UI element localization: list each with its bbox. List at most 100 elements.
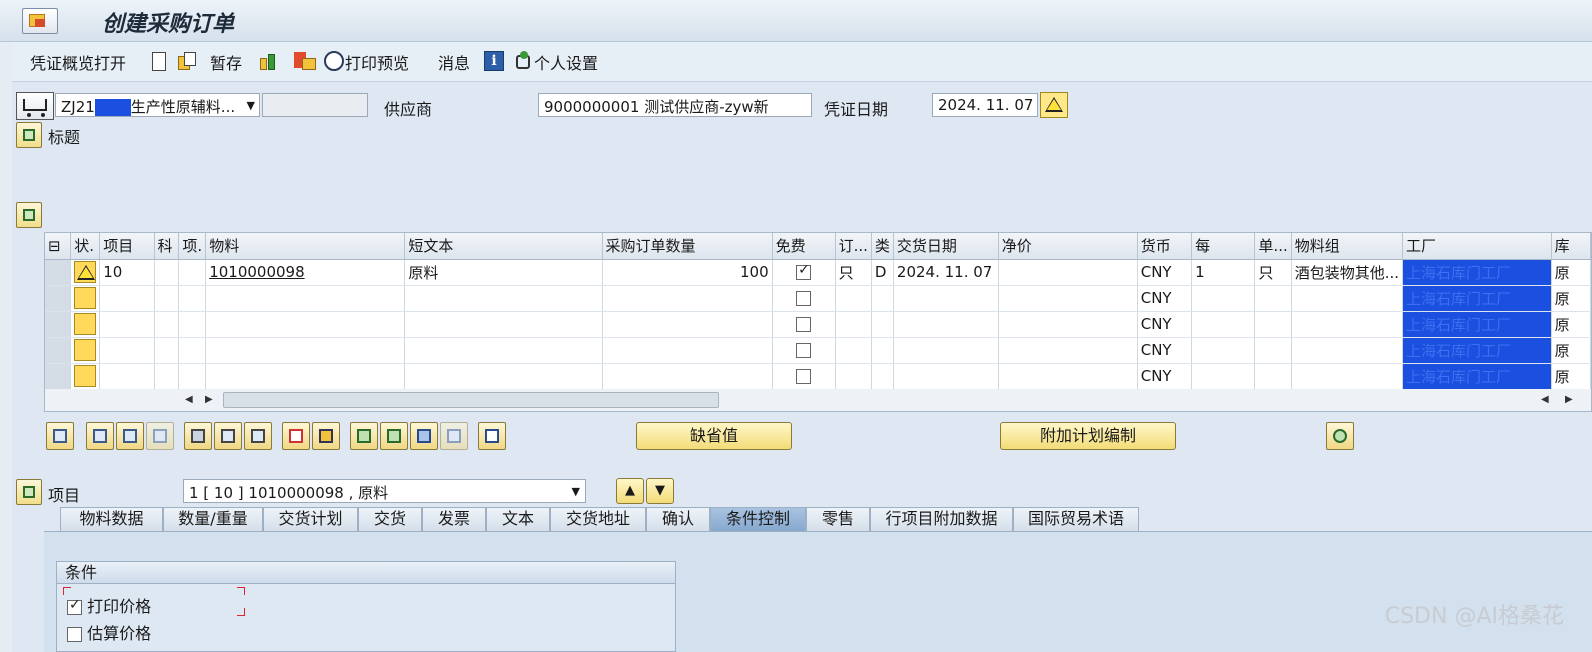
quantity-cell[interactable] [602, 337, 773, 364]
scroll-right-icon[interactable]: ▶ [205, 394, 213, 405]
category-cell[interactable] [871, 337, 894, 364]
check-icon[interactable] [258, 52, 278, 72]
status-cell[interactable] [70, 259, 101, 286]
column-header[interactable]: 项. [178, 233, 207, 260]
row-selector[interactable] [45, 311, 72, 338]
free-item-cell[interactable] [772, 311, 836, 338]
column-header[interactable]: 物料组 [1291, 233, 1404, 260]
item-category-cell[interactable] [178, 363, 207, 390]
free-item-checkbox[interactable] [796, 369, 812, 384]
short-text-cell[interactable] [404, 363, 603, 390]
order-unit-cell[interactable] [835, 311, 872, 338]
item-category-cell[interactable] [178, 285, 207, 312]
material-group-cell[interactable] [1291, 285, 1404, 312]
item-number-cell[interactable]: 10 [99, 259, 155, 286]
status-cell[interactable] [70, 285, 101, 312]
plant-cell[interactable]: 上海石库门工厂 [1402, 285, 1552, 312]
currency-cell[interactable]: CNY [1137, 311, 1193, 338]
material-cell[interactable] [205, 311, 406, 338]
item-number-cell[interactable] [99, 363, 155, 390]
free-item-checkbox[interactable] [796, 343, 812, 358]
status-indicator[interactable] [74, 287, 97, 309]
tab-delivery[interactable]: 交货 [358, 507, 422, 531]
warning-button[interactable] [1040, 92, 1068, 118]
estimated-price-option[interactable]: 估算价格 [67, 620, 151, 644]
free-item-cell[interactable] [772, 337, 836, 364]
order-unit-cell[interactable]: 只 [835, 259, 872, 286]
hold-button[interactable]: 暂存 [210, 50, 242, 74]
info-icon[interactable]: i [484, 51, 504, 71]
account-assignment-cell[interactable] [154, 363, 180, 390]
unlock-icon[interactable] [244, 422, 272, 450]
deselect-all-icon[interactable] [146, 422, 174, 450]
unit-cell[interactable] [1254, 363, 1292, 390]
currency-cell[interactable]: CNY [1137, 285, 1193, 312]
storage-cell[interactable]: 原 [1551, 285, 1591, 312]
material-group-cell[interactable] [1291, 363, 1404, 390]
plant-cell[interactable]: 上海石库门工厂 [1402, 363, 1552, 390]
unit-cell[interactable] [1254, 285, 1292, 312]
tab-incoterms[interactable]: 国际贸易术语 [1013, 507, 1139, 531]
messages-button[interactable]: 消息 [438, 50, 470, 74]
column-header[interactable]: 采购订单数量 [602, 233, 773, 260]
default-values-button[interactable]: 缺省值 [636, 422, 792, 450]
account-assignment-cell[interactable] [154, 285, 180, 312]
delete-icon[interactable] [184, 422, 212, 450]
currency-cell[interactable]: CNY [1137, 337, 1193, 364]
status-cell[interactable] [70, 311, 101, 338]
warning-status-icon[interactable] [74, 261, 97, 283]
item-select[interactable]: 1 [ 10 ] 1010000098 , 原料 ▼ [183, 479, 586, 503]
quantity-cell[interactable] [602, 311, 773, 338]
filter-icon[interactable] [410, 422, 438, 450]
short-text-cell[interactable]: 原料 [404, 259, 603, 286]
column-header[interactable]: 库 [1551, 233, 1591, 260]
column-header[interactable]: 每 [1191, 233, 1256, 260]
clipboard-icon[interactable] [478, 422, 506, 450]
plant-cell[interactable]: 上海石库门工厂 [1402, 259, 1552, 286]
sort-ascending-icon[interactable] [350, 422, 378, 450]
delivery-date-cell[interactable] [893, 363, 999, 390]
tab-quantity-weight[interactable]: 数量/重量 [163, 507, 263, 531]
column-header[interactable]: 货币 [1137, 233, 1193, 260]
delivery-date-cell[interactable] [893, 311, 999, 338]
print-price-option[interactable]: 打印价格 [67, 593, 151, 617]
column-header[interactable]: 订... [835, 233, 872, 260]
column-header[interactable]: 交货日期 [893, 233, 999, 260]
free-item-checkbox[interactable] [796, 317, 812, 332]
short-text-cell[interactable] [404, 337, 603, 364]
table-row[interactable]: CNY 上海石库门工厂 原 [45, 363, 1591, 390]
table-settings-icon[interactable]: ⊟ [45, 233, 72, 260]
tab-condition-control[interactable]: 条件控制 [710, 507, 806, 531]
vendor-field[interactable]: 9000000001 测试供应商-zyw新 [538, 93, 812, 117]
column-header[interactable]: 科 [154, 233, 180, 260]
account-assignment-cell[interactable] [154, 311, 180, 338]
account-assignment-cell[interactable] [154, 259, 180, 286]
free-item-checkbox[interactable] [796, 291, 812, 306]
material-group-cell[interactable]: 酒包装物其他... [1291, 259, 1404, 286]
additional-planning-button[interactable]: 附加计划编制 [1000, 422, 1176, 450]
table-row[interactable]: CNY 上海石库门工厂 原 [45, 337, 1591, 364]
item-category-cell[interactable] [178, 311, 207, 338]
personal-settings-button[interactable]: 个人设置 [534, 50, 598, 74]
scroll-left-icon[interactable]: ◀ [185, 394, 193, 405]
free-item-checkbox[interactable] [796, 262, 812, 280]
net-price-cell[interactable] [998, 285, 1138, 312]
tab-material-data[interactable]: 物料数据 [60, 507, 163, 531]
price-unit-cell[interactable] [1191, 311, 1256, 338]
select-block-icon[interactable] [116, 422, 144, 450]
plant-cell[interactable]: 上海石库门工厂 [1402, 337, 1552, 364]
column-header[interactable]: 净价 [998, 233, 1138, 260]
price-unit-cell[interactable] [1191, 363, 1256, 390]
detail-icon[interactable] [46, 422, 74, 450]
status-indicator[interactable] [74, 365, 97, 387]
status-cell[interactable] [70, 363, 101, 390]
scroll-far-left-icon[interactable]: ◀ [1541, 394, 1549, 405]
unit-cell[interactable]: 只 [1254, 259, 1292, 286]
price-unit-cell[interactable] [1191, 285, 1256, 312]
new-document-icon[interactable] [152, 52, 166, 71]
status-cell[interactable] [70, 337, 101, 364]
unit-cell[interactable] [1254, 337, 1292, 364]
expand-items-button[interactable] [16, 202, 42, 228]
plant-cell[interactable]: 上海石库门工厂 [1402, 311, 1552, 338]
column-header[interactable]: 工厂 [1402, 233, 1552, 260]
